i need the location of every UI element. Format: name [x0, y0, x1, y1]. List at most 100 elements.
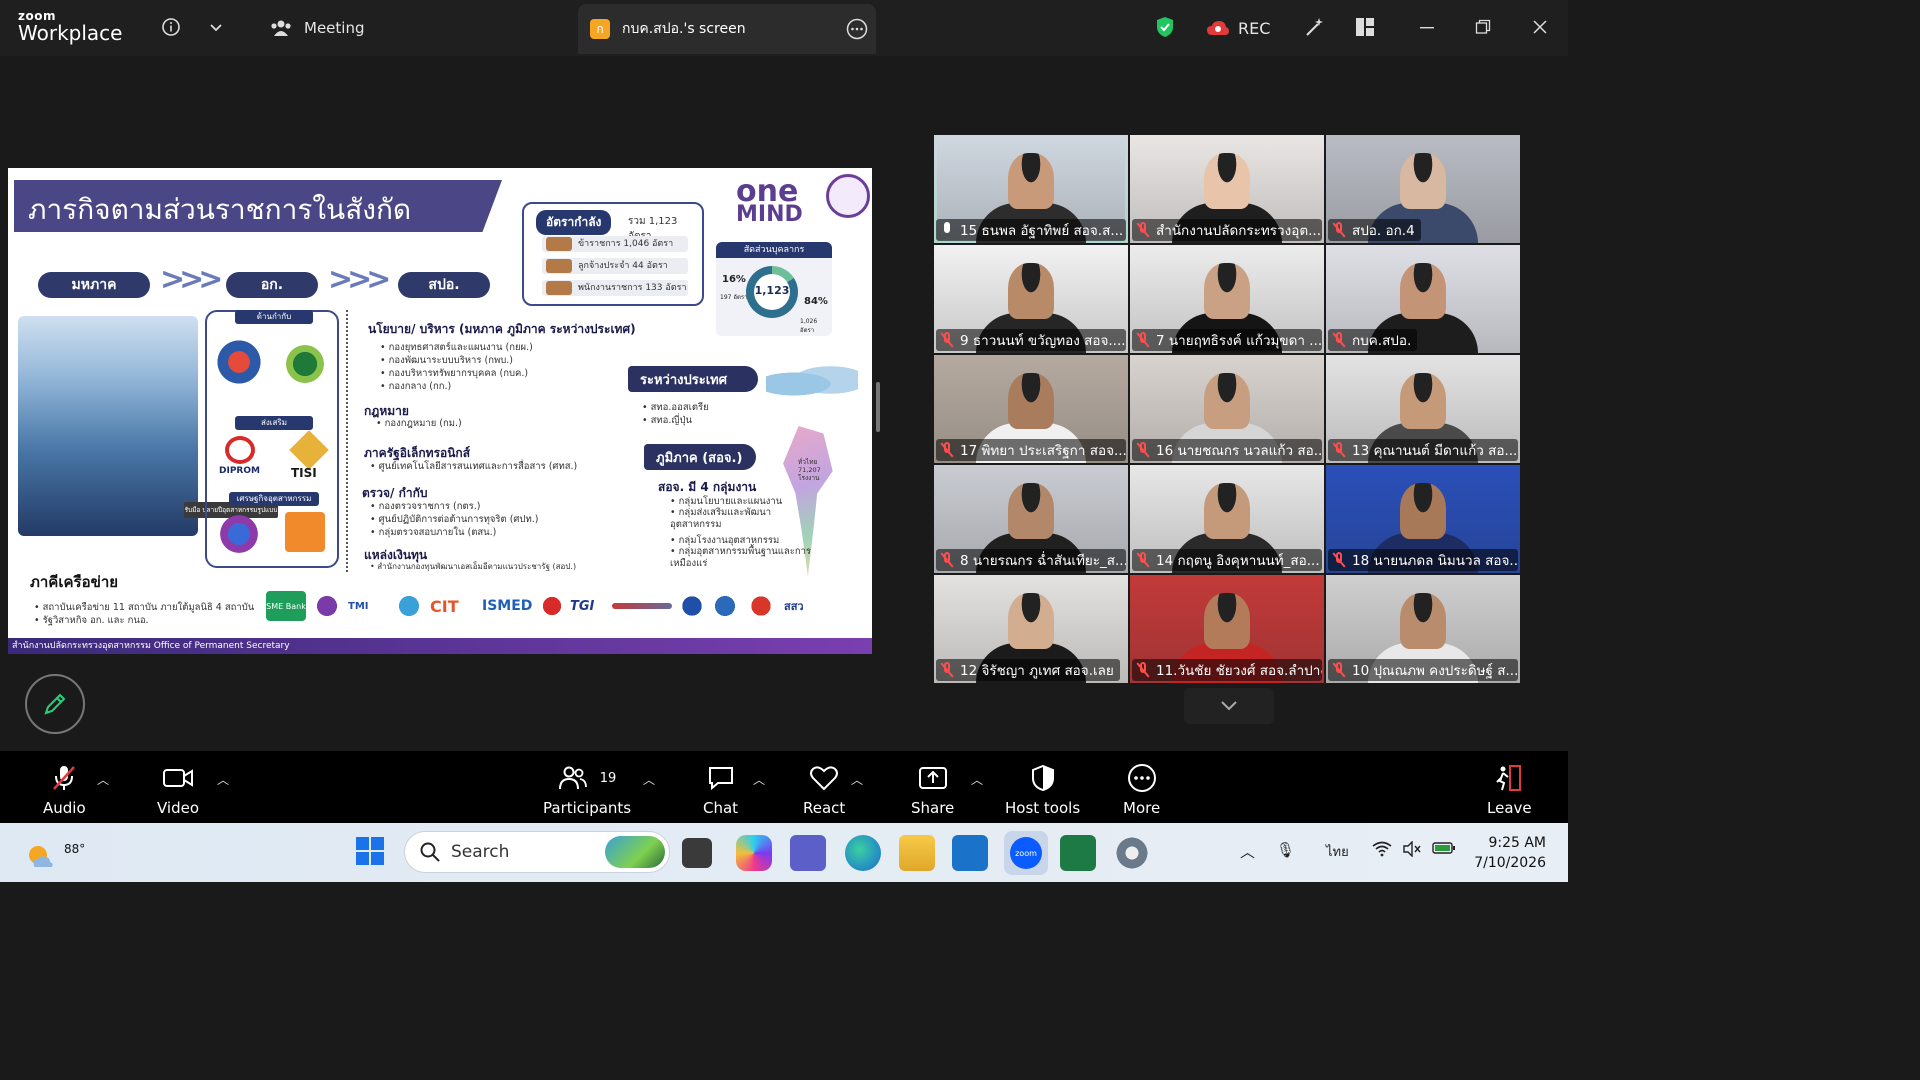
participant-tile[interactable]: กบค.สปอ. [1326, 245, 1520, 353]
windows-start-icon[interactable] [354, 835, 390, 871]
security-shield-icon[interactable] [1152, 14, 1178, 40]
personnel-ratio-card: สัดส่วนบุคลากร 1,123 16% 197 อัตรา 84% 1… [716, 242, 832, 336]
annotate-button[interactable] [25, 674, 85, 734]
share-options-caret-icon[interactable]: ︿ [971, 771, 983, 788]
audio-button[interactable]: Audio [43, 763, 86, 817]
settings-gear-icon[interactable] [1114, 835, 1150, 871]
shared-screen-tab[interactable]: ก กบค.สปอ.'s screen [578, 4, 876, 54]
network-heading: ภาคีเครือข่าย [30, 573, 119, 591]
participant-tile[interactable]: 16 นายชณกร นวลแก้ว สอ... [1130, 355, 1324, 463]
participant-tile[interactable]: 10 ปุณณภพ คงประดิษฐ์ ส... [1326, 575, 1520, 683]
participant-tile[interactable]: สปอ. อก.4 [1326, 135, 1520, 243]
teams-icon[interactable] [790, 835, 826, 871]
leave-button[interactable]: Leave [1487, 763, 1532, 817]
chain-ministry-pill: อก. [226, 272, 318, 298]
zoom-logo: zoom Workplace [18, 10, 122, 43]
file-explorer-icon[interactable] [899, 835, 935, 871]
microphone-tray-icon[interactable]: 🎙 [1276, 841, 1295, 859]
view-layout-icon[interactable] [1352, 14, 1378, 40]
rate-row: ข้าราชการ 1,046 อัตรา [542, 236, 688, 252]
volume-muted-icon[interactable] [1402, 840, 1422, 861]
participant-tile[interactable]: 15 ธนพล อัฐาทิพย์ สอจ.ส... [934, 135, 1128, 243]
participant-tile[interactable]: 17 พิทยา ประเสริฐกา สอจ.... [934, 355, 1128, 463]
section-item: • ศูนย์เทคโนโลยีสารสนเทศและการสื่อสาร (ศ… [370, 461, 578, 472]
video-button[interactable]: Video [157, 763, 199, 817]
participant-tile[interactable]: 14 กฤตนู อิงคุหานนท์_สอ... [1130, 465, 1324, 573]
participant-tile[interactable]: 12 จิรัชญา ภูเทศ สอจ.เลย [934, 575, 1128, 683]
react-button[interactable]: React [803, 763, 845, 817]
wifi-icon[interactable] [1372, 841, 1392, 861]
region-item: • กลุ่มอุตสาหกรรมพื้นฐานและการ เหมืองแร่ [670, 546, 812, 569]
section-item: • กลุ่มตรวจสอบภายใน (ตสน.) [370, 527, 497, 538]
weather-widget[interactable]: 88° [24, 833, 85, 873]
participant-tile[interactable]: สำนักงานปลัดกระทรวงอุต... [1130, 135, 1324, 243]
splitter-handle[interactable] [876, 382, 880, 432]
info-icon[interactable] [158, 14, 184, 40]
heart-icon [809, 763, 839, 793]
chat-label: Chat [703, 799, 739, 817]
diprom-label: DIPROM [219, 466, 260, 476]
chat-button[interactable]: Chat [703, 763, 738, 817]
participants-options-caret-icon[interactable]: ︿ [643, 771, 655, 788]
recording-indicator[interactable]: REC [1206, 14, 1270, 42]
meeting-button[interactable]: Meeting [270, 14, 364, 42]
audio-options-caret-icon[interactable]: ︿ [97, 771, 109, 788]
more-options-icon[interactable] [846, 18, 868, 44]
ratio-total: 1,123 [754, 284, 790, 297]
network-logo-icon [612, 603, 672, 609]
participant-nameplate: 7 นายฤทธิรงค์ แก้วมุขดา ... [1132, 329, 1322, 351]
tgi-logo: TGI [570, 598, 595, 614]
agency-logo-icon [217, 334, 261, 390]
restore-icon[interactable] [1470, 14, 1496, 40]
chevron-down-icon[interactable] [203, 14, 229, 40]
gallery-next-page-button[interactable] [1184, 688, 1274, 724]
outlook-icon[interactable] [952, 835, 988, 871]
participant-tile[interactable]: 11.วันชัย ชัยวงศ์ สอจ.ลำปาง [1130, 575, 1324, 683]
mic-muted-icon [940, 552, 954, 568]
participants-count: 19 [599, 770, 617, 786]
participant-tile[interactable]: 13 คุณานนต์ มีดาแก้ว สอ... [1326, 355, 1520, 463]
chat-options-caret-icon[interactable]: ︿ [753, 771, 765, 788]
mic-muted-icon [49, 763, 79, 793]
battery-charging-icon[interactable] [1432, 841, 1456, 859]
ministry-seal-icon [826, 174, 870, 218]
zoom-app-active[interactable]: zoom [1004, 831, 1048, 875]
share-button[interactable]: Share [911, 763, 954, 817]
taskbar-search-box[interactable]: Search [404, 831, 670, 873]
react-options-caret-icon[interactable]: ︿ [851, 771, 863, 788]
participants-group-icon [271, 20, 291, 36]
edge-browser-icon[interactable] [845, 835, 881, 871]
excel-icon[interactable] [1060, 835, 1096, 871]
sidebox-label: ด้านกำกับ [235, 310, 313, 324]
minimize-icon[interactable] [1414, 14, 1440, 40]
rate-row: ลูกจ้างประจำ 44 อัตรา [542, 258, 688, 274]
task-view-icon[interactable] [682, 838, 712, 868]
input-language[interactable]: ไทย [1326, 841, 1349, 862]
region-pill: ภูมิภาค (สอจ.) [644, 444, 756, 470]
participant-nameplate: 15 ธนพล อัฐาทิพย์ สอจ.ส... [936, 219, 1126, 241]
participant-tile[interactable]: 9 ธาวนนท์ ขวัญทอง สอจ.... [934, 245, 1128, 353]
participants-button[interactable]: 19 Participants [543, 763, 631, 817]
participant-face [1008, 373, 1054, 429]
rate-row-label: ข้าราชการ 1,046 อัตรา [578, 239, 674, 249]
audio-label: Audio [43, 799, 86, 817]
participant-face [1400, 263, 1446, 319]
host-tools-button[interactable]: Host tools [1005, 763, 1080, 817]
participant-tile[interactable]: 7 นายฤทธิรงค์ แก้วมุขดา ... [1130, 245, 1324, 353]
mic-muted-icon [1332, 442, 1346, 458]
leave-door-icon [1494, 763, 1524, 793]
slide-title: ภารกิจตามส่วนราชการในสังกัด [28, 193, 412, 226]
participant-tile[interactable]: 8 นายรณกร ฉ่ำสันเทียะ_ส... [934, 465, 1128, 573]
participant-nameplate: สปอ. อก.4 [1328, 219, 1421, 241]
more-button[interactable]: More [1123, 763, 1160, 817]
annotate-wand-icon[interactable] [1302, 14, 1328, 40]
copilot-icon[interactable] [736, 835, 772, 871]
close-icon[interactable] [1527, 14, 1553, 40]
video-options-caret-icon[interactable]: ︿ [217, 771, 229, 788]
participant-tile[interactable]: 18 นายนภดล นิมนวล สอจ... [1326, 465, 1520, 573]
system-clock[interactable]: 9:25 AM 7/10/2026 [1470, 833, 1546, 873]
show-hidden-icons-chevron-icon[interactable]: ︿ [1240, 841, 1255, 862]
clock-time: 9:25 AM [1488, 835, 1546, 851]
participant-face [1400, 373, 1446, 429]
network-logo-icon [314, 591, 340, 621]
